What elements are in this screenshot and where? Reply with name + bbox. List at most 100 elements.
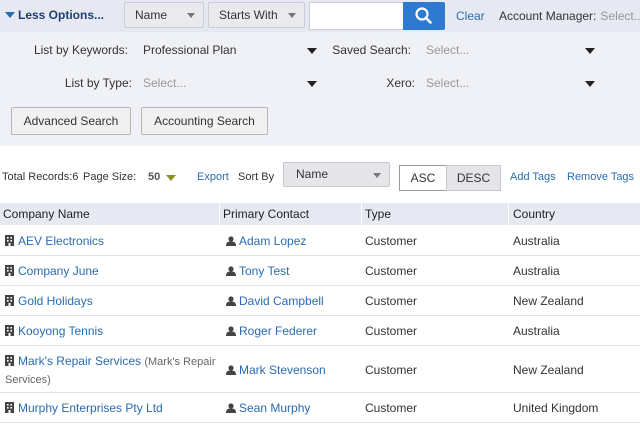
column-header-country[interactable]: Country bbox=[513, 207, 555, 221]
desc-button[interactable]: DESC bbox=[446, 165, 501, 191]
saved-search-select[interactable]: Select... bbox=[426, 43, 469, 57]
chevron-down-icon[interactable] bbox=[307, 81, 317, 87]
building-icon bbox=[5, 265, 14, 276]
table-header: Company Name Primary Contact Type Countr… bbox=[0, 203, 640, 225]
contact-name: Sean Murphy bbox=[239, 401, 311, 415]
field-dropdown[interactable]: Name bbox=[124, 2, 204, 28]
contact-link[interactable]: Sean Murphy bbox=[226, 401, 310, 415]
keywords-select[interactable]: Professional Plan bbox=[143, 43, 236, 57]
search-icon bbox=[415, 7, 432, 24]
type-cell: Customer bbox=[365, 363, 418, 377]
account-manager-label: Account Manager: bbox=[499, 9, 597, 23]
company-name-link[interactable]: Kooyong Tennis bbox=[5, 324, 103, 338]
contact-link[interactable]: David Campbell bbox=[226, 294, 324, 308]
type-cell: Customer bbox=[365, 401, 418, 415]
page-size-label: Page Size: bbox=[83, 171, 137, 183]
building-icon bbox=[5, 355, 14, 366]
user-icon bbox=[226, 236, 236, 246]
table-row[interactable]: Company June Tony Test Customer Australi… bbox=[0, 256, 640, 286]
type-cell: Customer bbox=[365, 264, 418, 278]
contact-name: David Campbell bbox=[239, 294, 324, 308]
accounting-search-button[interactable]: Accounting Search bbox=[141, 107, 268, 135]
keywords-label: List by Keywords: bbox=[33, 43, 128, 57]
user-icon bbox=[226, 266, 236, 276]
company-name: Gold Holidays bbox=[18, 294, 93, 308]
clear-link[interactable]: Clear bbox=[456, 9, 485, 23]
country-cell: New Zealand bbox=[513, 363, 584, 377]
chevron-down-icon[interactable] bbox=[585, 81, 595, 87]
table-row[interactable]: Gold Holidays David Campbell Customer Ne… bbox=[0, 286, 640, 316]
contact-name: Adam Lopez bbox=[239, 234, 307, 248]
company-name: Murphy Enterprises Pty Ltd bbox=[18, 401, 163, 415]
less-options-toggle[interactable]: Less Options... bbox=[5, 8, 104, 22]
company-name-link[interactable]: Gold Holidays bbox=[5, 294, 93, 308]
column-divider bbox=[508, 203, 509, 225]
type-cell: Customer bbox=[365, 294, 418, 308]
user-icon bbox=[226, 403, 236, 413]
country-cell: New Zealand bbox=[513, 294, 584, 308]
sort-by-label: Sort By bbox=[238, 171, 275, 183]
account-manager-select[interactable]: Select... bbox=[600, 9, 640, 23]
table-row[interactable]: AEV Electronics Adam Lopez Customer Aust… bbox=[0, 226, 640, 256]
country-cell: Australia bbox=[513, 264, 560, 278]
column-divider bbox=[361, 203, 362, 225]
column-header-company[interactable]: Company Name bbox=[3, 207, 90, 221]
country-cell: Australia bbox=[513, 234, 560, 248]
triangle-down-icon bbox=[5, 12, 15, 18]
company-name-link[interactable]: AEV Electronics bbox=[5, 234, 104, 248]
search-bar: Less Options... Name Starts With Clear A… bbox=[0, 0, 640, 32]
search-button[interactable] bbox=[403, 2, 445, 30]
type-cell: Customer bbox=[365, 324, 418, 338]
company-name-link[interactable]: Mark's Repair Services (Mark's Repair Se… bbox=[5, 353, 217, 389]
advanced-search-button[interactable]: Advanced Search bbox=[11, 107, 131, 135]
field-dropdown-value: Name bbox=[135, 8, 168, 22]
contact-link[interactable]: Tony Test bbox=[226, 264, 289, 278]
contact-link[interactable]: Adam Lopez bbox=[226, 234, 306, 248]
chevron-down-icon[interactable] bbox=[585, 48, 595, 54]
contact-name: Roger Federer bbox=[239, 324, 318, 338]
column-divider bbox=[219, 203, 220, 225]
company-name: AEV Electronics bbox=[18, 234, 105, 248]
table-row[interactable]: Murphy Enterprises Pty Ltd Sean Murphy C… bbox=[0, 393, 640, 423]
type-label: List by Type: bbox=[64, 76, 132, 90]
account-manager-filter[interactable]: Account Manager: Select... bbox=[499, 9, 640, 23]
company-name: Kooyong Tennis bbox=[18, 324, 104, 338]
export-link[interactable]: Export bbox=[197, 171, 229, 183]
company-name-link[interactable]: Company June bbox=[5, 264, 99, 278]
building-icon bbox=[5, 402, 14, 413]
user-icon bbox=[226, 326, 236, 336]
search-input[interactable] bbox=[309, 2, 403, 30]
country-cell: Australia bbox=[513, 324, 560, 338]
xero-label: Xero: bbox=[386, 76, 415, 90]
table-row[interactable]: Mark's Repair Services (Mark's Repair Se… bbox=[0, 346, 640, 393]
match-dropdown[interactable]: Starts With bbox=[208, 2, 305, 28]
column-header-contact[interactable]: Primary Contact bbox=[223, 207, 309, 221]
chevron-down-icon bbox=[373, 173, 381, 178]
type-cell: Customer bbox=[365, 234, 418, 248]
asc-button[interactable]: ASC bbox=[399, 165, 447, 191]
company-name: Mark's Repair Services bbox=[18, 354, 141, 368]
table-row[interactable]: Kooyong Tennis Roger Federer Customer Au… bbox=[0, 316, 640, 346]
contact-link[interactable]: Mark Stevenson bbox=[226, 363, 326, 377]
sort-by-value: Name bbox=[296, 167, 329, 181]
contact-link[interactable]: Roger Federer bbox=[226, 324, 317, 338]
xero-select[interactable]: Select... bbox=[426, 76, 469, 90]
page-size-value[interactable]: 50 bbox=[148, 171, 160, 183]
company-name-link[interactable]: Murphy Enterprises Pty Ltd bbox=[5, 401, 163, 415]
contact-name: Tony Test bbox=[239, 264, 290, 278]
less-options-label: Less Options... bbox=[18, 8, 105, 22]
total-records: Total Records:6 bbox=[2, 171, 79, 183]
sort-by-dropdown[interactable]: Name bbox=[283, 162, 390, 187]
country-cell: United Kingdom bbox=[513, 401, 599, 415]
chevron-down-icon[interactable] bbox=[166, 175, 176, 181]
add-tags-link[interactable]: Add Tags bbox=[510, 171, 556, 183]
column-header-type[interactable]: Type bbox=[365, 207, 391, 221]
building-icon bbox=[5, 295, 14, 306]
match-dropdown-value: Starts With bbox=[219, 8, 278, 22]
type-select[interactable]: Select... bbox=[143, 76, 186, 90]
chevron-down-icon[interactable] bbox=[307, 48, 317, 54]
user-icon bbox=[226, 365, 236, 375]
contact-name: Mark Stevenson bbox=[239, 363, 326, 377]
remove-tags-link[interactable]: Remove Tags bbox=[567, 171, 634, 183]
building-icon bbox=[5, 235, 14, 246]
